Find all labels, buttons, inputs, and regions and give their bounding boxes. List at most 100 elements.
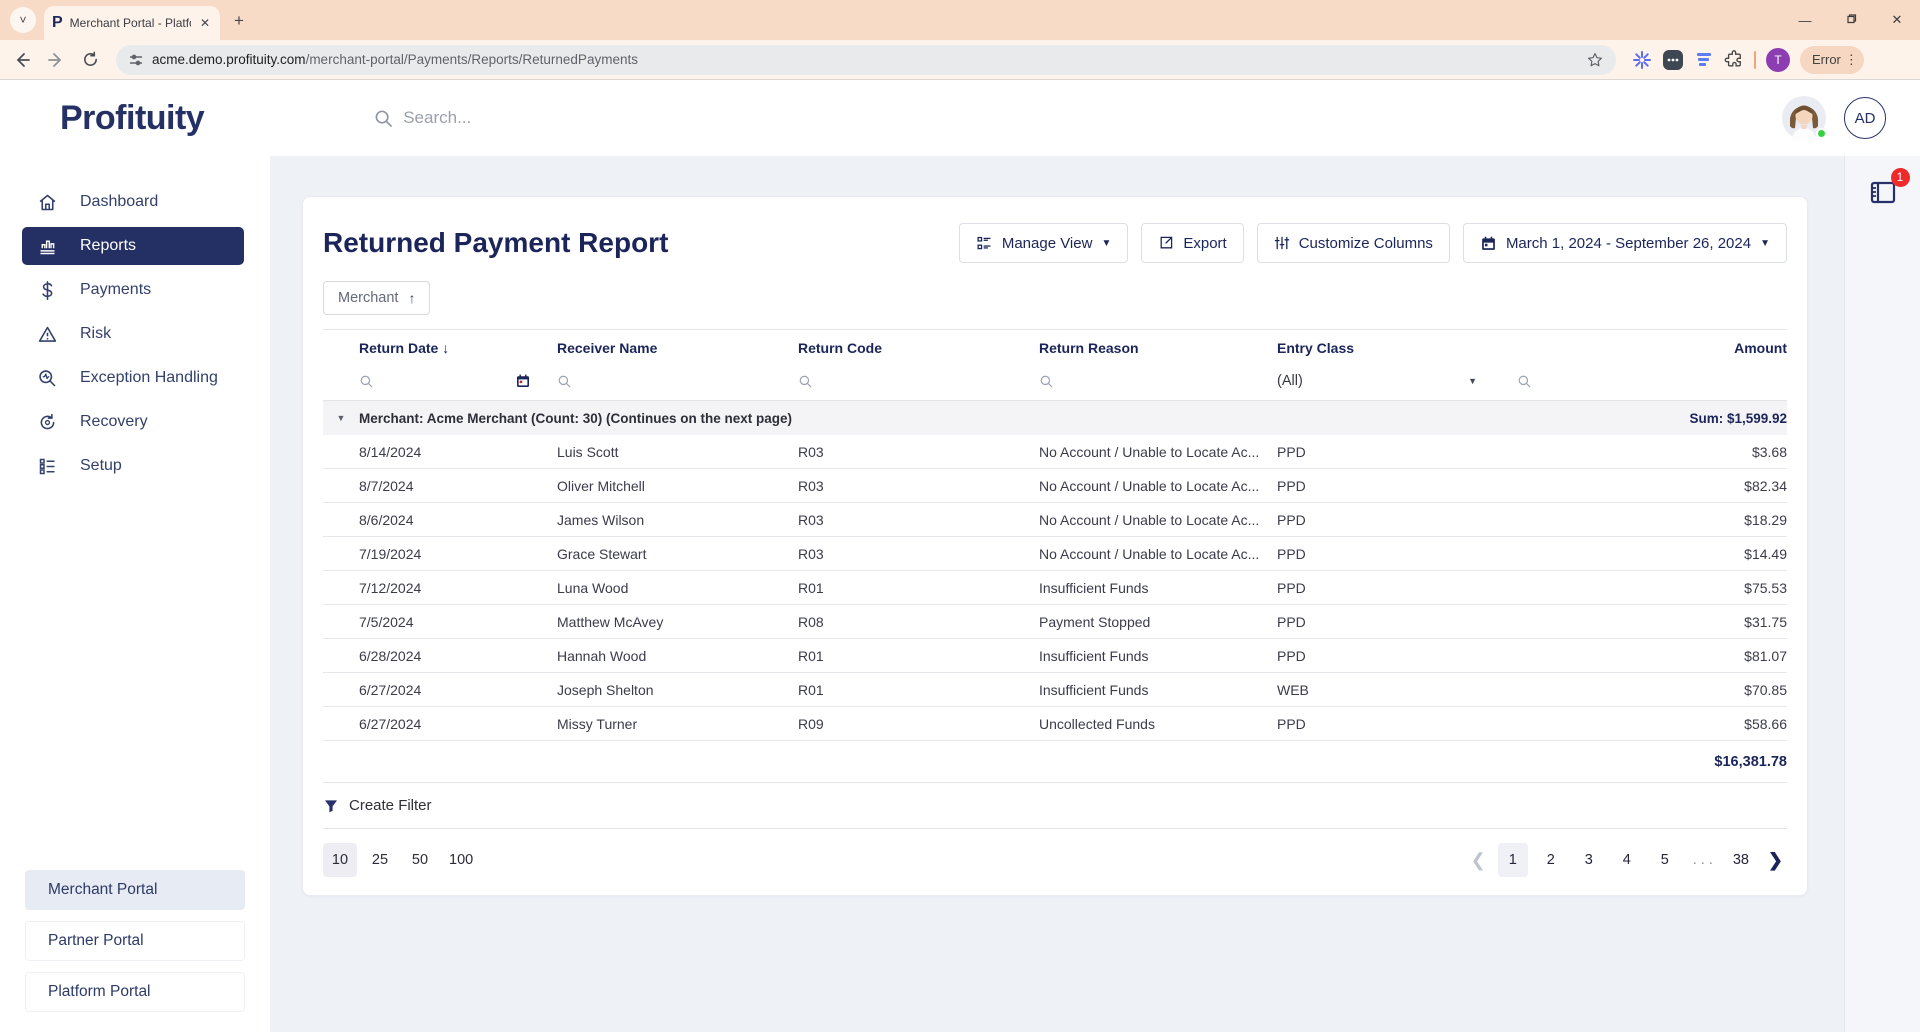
export-button[interactable]: Export [1141, 223, 1243, 263]
column-header-entry-class[interactable]: Entry Class [1277, 330, 1517, 362]
table-row[interactable]: 6/27/2024 Missy Turner R09 Uncollected F… [323, 707, 1787, 741]
table-row[interactable]: 7/5/2024 Matthew McAvey R08 Payment Stop… [323, 605, 1787, 639]
table-header-row: Return Date ↓ Receiver Name Return Code … [323, 330, 1787, 362]
column-header-return-code[interactable]: Return Code [798, 330, 1039, 362]
page-size-selector: 10 25 50 100 [323, 843, 479, 877]
filter-receiver-name[interactable] [557, 362, 798, 400]
dollar-icon [37, 280, 58, 301]
extensions-puzzle-icon[interactable] [1724, 50, 1744, 70]
sidebar: Dashboard Reports Payments Risk Exceptio… [0, 156, 270, 1032]
window-minimize-button[interactable]: — [1782, 13, 1828, 28]
page-size-option[interactable]: 50 [403, 843, 437, 877]
page-size-option[interactable]: 10 [323, 843, 357, 877]
starburst-extension-icon[interactable] [1632, 50, 1652, 70]
chevron-down-icon: ▼ [1468, 376, 1477, 386]
search-icon [1517, 374, 1532, 389]
chevron-down-icon: ▼ [1101, 238, 1111, 249]
page-number[interactable]: 2 [1536, 843, 1566, 877]
date-range-button[interactable]: March 1, 2024 - September 26, 2024 ▼ [1463, 223, 1787, 263]
bars-extension-icon[interactable] [1694, 50, 1714, 70]
column-header-amount[interactable]: Amount [1517, 330, 1787, 362]
portal-button-merchant[interactable]: Merchant Portal [25, 870, 245, 910]
url-text[interactable]: acme.demo.profituity.com/merchant-portal… [152, 52, 1578, 67]
back-icon[interactable] [8, 46, 36, 74]
sidebar-item-payments[interactable]: Payments [22, 271, 244, 309]
search-input[interactable] [403, 108, 703, 128]
chevron-down-icon: ▼ [1760, 238, 1770, 249]
page-size-option[interactable]: 25 [363, 843, 397, 877]
browser-profile-avatar[interactable]: T [1766, 48, 1790, 72]
column-header-receiver-name[interactable]: Receiver Name [557, 330, 798, 362]
url-bar[interactable]: acme.demo.profituity.com/merchant-portal… [116, 45, 1616, 75]
table-filter-row: (All)▼ [323, 362, 1787, 401]
sidebar-item-exception-handling[interactable]: Exception Handling [22, 359, 244, 397]
tab-favicon: P [52, 15, 63, 31]
profituity-logo: Profituity [60, 99, 204, 138]
new-tab-button[interactable]: + [234, 11, 244, 31]
notification-badge: 1 [1891, 168, 1910, 187]
portal-button-platform[interactable]: Platform Portal [25, 972, 245, 1012]
app-header: Profituity AD [0, 80, 1920, 156]
create-filter-button[interactable]: Create Filter [323, 783, 1787, 829]
portal-button-partner[interactable]: Partner Portal [25, 921, 245, 961]
next-page-icon[interactable]: ❯ [1764, 850, 1787, 871]
browser-tab-active[interactable]: P Merchant Portal - PlatformNext ✕ [44, 6, 220, 40]
page-number[interactable]: 3 [1574, 843, 1604, 877]
filter-entry-class-dropdown[interactable]: (All)▼ [1277, 362, 1517, 400]
page-number[interactable]: 1 [1498, 843, 1528, 877]
page-size-option[interactable]: 100 [443, 843, 479, 877]
reload-icon[interactable] [76, 46, 104, 74]
chat-extension-icon[interactable] [1662, 49, 1684, 71]
error-badge[interactable]: Error ⋮ [1800, 46, 1864, 74]
tab-search-chevron-icon[interactable]: ˅ [10, 7, 36, 33]
sidebar-item-setup[interactable]: Setup [22, 447, 244, 485]
sidebar-item-risk[interactable]: Risk [22, 315, 244, 353]
filter-return-code[interactable] [798, 362, 1039, 400]
column-sliders-icon [1274, 235, 1290, 251]
customize-columns-button[interactable]: Customize Columns [1257, 223, 1450, 263]
calendar-picker-icon[interactable] [515, 373, 531, 389]
table-row[interactable]: 8/14/2024 Luis Scott R03 No Account / Un… [323, 435, 1787, 469]
page-navigator: ❮ 1 2 3 4 5 . . . 38 ❯ [1467, 843, 1787, 877]
user-avatar[interactable] [1782, 96, 1826, 140]
table-row[interactable]: 7/19/2024 Grace Stewart R03 No Account /… [323, 537, 1787, 571]
warning-triangle-icon [37, 324, 58, 345]
filter-return-date[interactable] [323, 362, 557, 400]
window-restore-button[interactable] [1828, 13, 1874, 28]
sidebar-item-reports[interactable]: Reports [22, 227, 244, 265]
side-panel-toggle[interactable]: 1 [1868, 178, 1898, 211]
search-icon [1039, 374, 1054, 389]
bookmark-star-icon[interactable] [1586, 51, 1604, 69]
global-search[interactable] [374, 108, 1782, 128]
pagination-bar: 10 25 50 100 ❮ 1 2 3 4 5 . . . 38 [323, 829, 1787, 891]
sidebar-item-recovery[interactable]: Recovery [22, 403, 244, 441]
table-row[interactable]: 6/28/2024 Hannah Wood R01 Insufficient F… [323, 639, 1787, 673]
column-header-return-date[interactable]: Return Date ↓ [323, 330, 557, 362]
group-header-row[interactable]: ▼ Merchant: Acme Merchant (Count: 30) (C… [323, 401, 1787, 435]
filter-amount[interactable] [1517, 362, 1787, 400]
right-rail: 1 [1844, 156, 1920, 1032]
window-close-button[interactable]: ✕ [1874, 12, 1920, 28]
collapse-caret-icon[interactable]: ▼ [323, 413, 359, 423]
table-row[interactable]: 6/27/2024 Joseph Shelton R01 Insufficien… [323, 673, 1787, 707]
table-row[interactable]: 8/7/2024 Oliver Mitchell R03 No Account … [323, 469, 1787, 503]
page-number[interactable]: 38 [1726, 843, 1756, 877]
tab-close-icon[interactable]: ✕ [198, 16, 212, 30]
page-number[interactable]: 5 [1650, 843, 1680, 877]
table-row[interactable]: 8/6/2024 James Wilson R03 No Account / U… [323, 503, 1787, 537]
site-info-icon[interactable] [128, 52, 144, 68]
previous-page-icon[interactable]: ❮ [1467, 850, 1490, 871]
user-initials-button[interactable]: AD [1844, 97, 1886, 139]
column-header-return-reason[interactable]: Return Reason [1039, 330, 1277, 362]
group-by-chip[interactable]: Merchant ↑ [323, 281, 430, 315]
forward-icon[interactable] [42, 46, 70, 74]
table-row[interactable]: 7/12/2024 Luna Wood R01 Insufficient Fun… [323, 571, 1787, 605]
sidebar-item-dashboard[interactable]: Dashboard [22, 183, 244, 221]
browser-menu-icon[interactable]: ⋮ [1845, 52, 1858, 68]
manage-view-button[interactable]: Manage View ▼ [959, 223, 1129, 263]
browser-toolbar: acme.demo.profituity.com/merchant-portal… [0, 40, 1920, 80]
page-number[interactable]: 4 [1612, 843, 1642, 877]
filter-return-reason[interactable] [1039, 362, 1277, 400]
page-title: Returned Payment Report [323, 227, 959, 259]
toolbar-separator [1754, 51, 1756, 69]
